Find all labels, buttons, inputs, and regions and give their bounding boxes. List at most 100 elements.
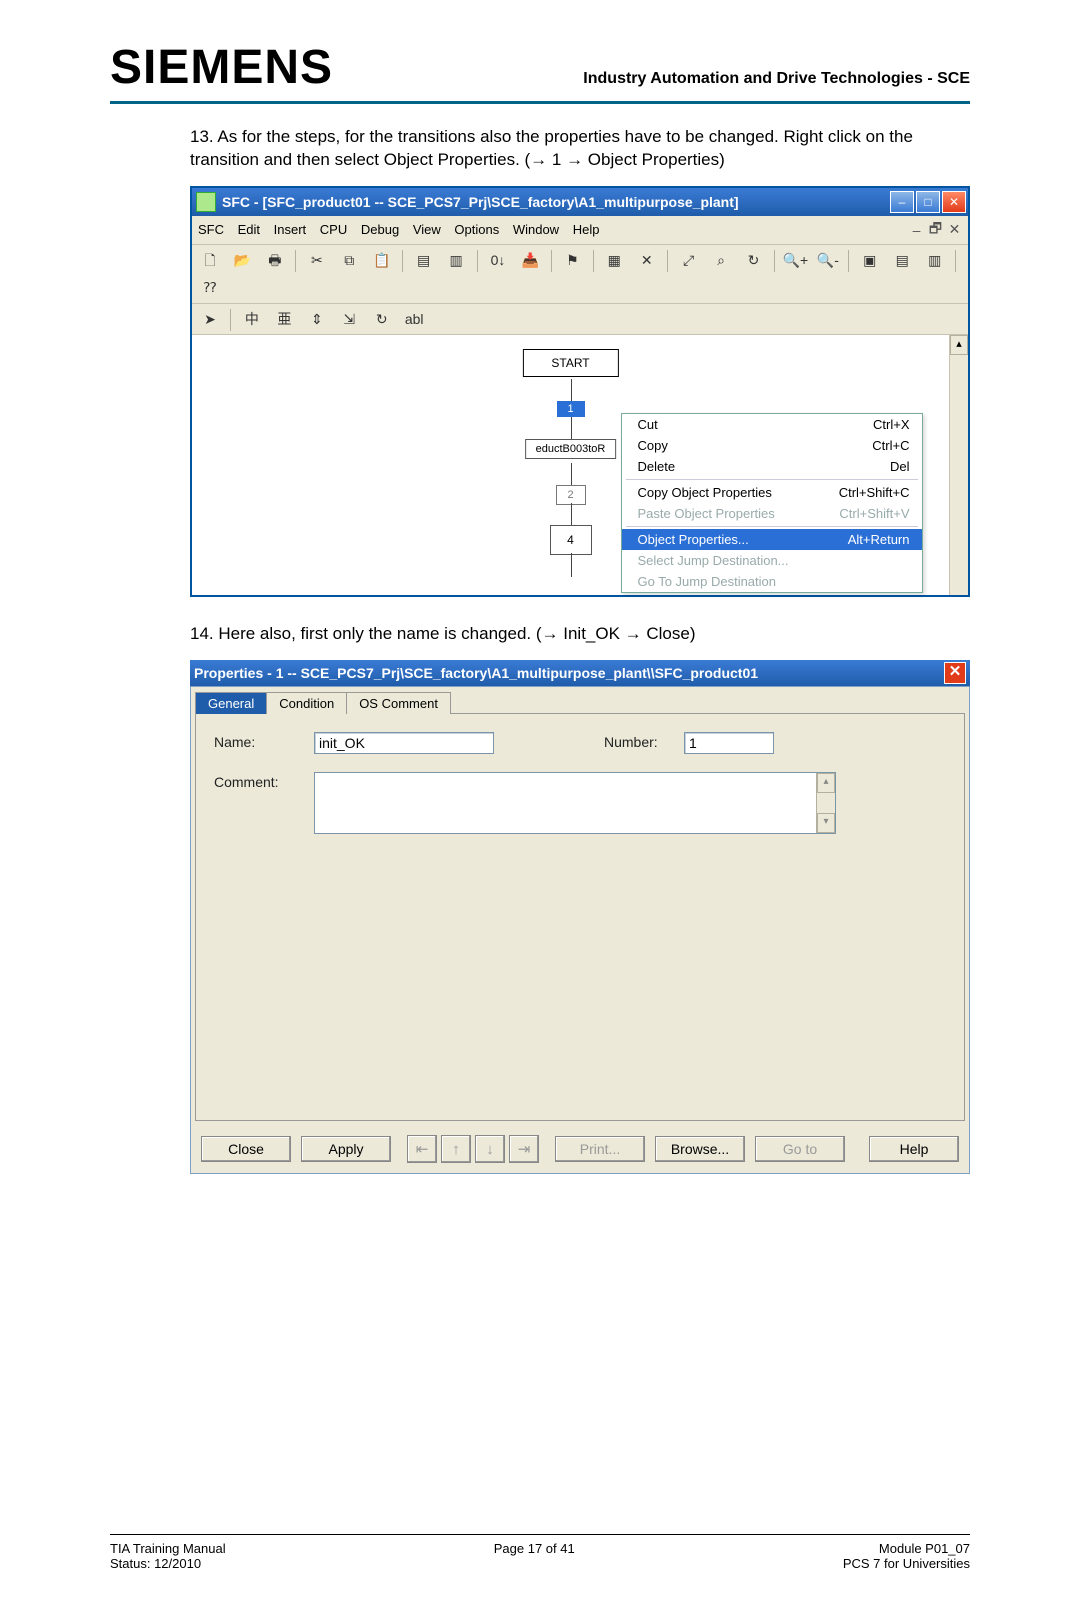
toolbar-1: 🗋 📂 🖶 ✂ ⧉ 📋 ▤ ▥ 0↓ 📥 ⚑ ▦ ✕ ⤢ ⌕ ↻ 🔍+ 🔍- [192,245,968,304]
tile-h-icon[interactable]: ▤ [410,247,438,273]
compile-icon[interactable]: 0↓ [484,247,512,273]
maximize-button[interactable]: □ [916,191,940,213]
help-pointer-icon[interactable]: ⁇ [196,275,224,301]
comment-label: Comment: [214,772,314,790]
page-footer: TIA Training Manual Status: 12/2010 Page… [0,1534,1080,1571]
minimize-button[interactable]: – [890,191,914,213]
refresh-icon[interactable]: ↻ [740,247,768,273]
menus[interactable]: SFC Edit Insert CPU Debug View Options W… [198,222,609,237]
dialog-close-button[interactable]: ✕ [944,662,966,684]
layout-c-icon[interactable]: ▥ [921,247,949,273]
tool-b-icon[interactable]: ✕ [633,247,661,273]
sfc-alt-icon[interactable]: ⇕ [303,306,331,332]
open-icon[interactable]: 📂 [228,247,256,273]
footer-left1: TIA Training Manual [110,1541,226,1556]
menu-help[interactable]: Help [573,222,600,237]
menu-cpu[interactable]: CPU [320,222,347,237]
sfc-connector [571,503,572,525]
layout-b-icon[interactable]: ▤ [888,247,916,273]
sfc-step-4[interactable]: 4 [550,525,592,555]
vertical-scrollbar[interactable]: ▴ [949,335,968,595]
nav-first-icon[interactable]: ⇤ [407,1135,437,1163]
sfc-step-educt[interactable]: eductB003toR [525,439,617,459]
new-icon[interactable]: 🗋 [196,249,224,275]
goto-button[interactable]: Go to [755,1136,845,1162]
sfc-parallel-icon[interactable]: 亜 [270,306,298,332]
mdi-minimize-button[interactable]: – [909,222,924,238]
number-field[interactable] [684,732,774,754]
tool-a-icon[interactable]: ▦ [600,247,628,273]
toolbar-2: ➤ 中 亜 ⇕ ⇲ ↻ abl [192,304,968,336]
cm-cut[interactable]: CutCtrl+X [622,414,922,435]
tab-general-pane: Name: Number: Comment: ▴ ▾ [195,713,965,1121]
comment-scroll-up-icon[interactable]: ▴ [817,773,835,793]
cm-delete[interactable]: DeleteDel [622,456,922,477]
cm-object-properties[interactable]: Object Properties...Alt+Return [622,529,922,550]
zoom-in-icon[interactable]: 🔍+ [781,247,809,273]
nav-last-icon[interactable]: ⇥ [509,1135,539,1163]
nav-down-icon[interactable]: ↓ [475,1135,505,1163]
name-field[interactable] [314,732,494,754]
tab-condition[interactable]: Condition [266,692,347,714]
comment-scroll-down-icon[interactable]: ▾ [817,813,835,833]
sfc-connector [571,463,572,485]
zoom-sel-icon[interactable]: ⌕ [707,247,735,273]
tab-general[interactable]: General [195,692,267,714]
footer-left2: Status: 12/2010 [110,1556,226,1571]
sfc-window-icon [196,192,216,212]
menu-edit[interactable]: Edit [238,222,260,237]
button-bar: Close Apply ⇤ ↑ ↓ ⇥ Print... Browse... G… [191,1129,969,1173]
mdi-restore-button[interactable]: 🗗 [928,218,943,242]
help-button[interactable]: Help [869,1136,959,1162]
header-rule [110,101,970,104]
sfc-connector [571,553,572,577]
step-13-text: 13. As for the steps, for the transition… [190,126,970,172]
sfc-jump-icon[interactable]: ⇲ [335,306,363,332]
cm-separator [626,526,918,527]
comment-field[interactable]: ▴ ▾ [314,772,836,834]
properties-title-text: Properties - 1 -- SCE_PCS7_Prj\SCE_facto… [194,665,758,681]
footer-right1: Module P01_07 [843,1541,970,1556]
number-label: Number: [604,732,684,750]
zoom-fit-icon[interactable]: ⤢ [675,247,703,273]
sfc-start-step[interactable]: START [522,349,618,377]
zoom-out-icon[interactable]: 🔍- [814,247,842,273]
scroll-up-icon[interactable]: ▴ [950,335,968,355]
sfc-connector [571,379,572,401]
cut-icon[interactable]: ✂ [303,247,331,273]
cm-copy-obj-props[interactable]: Copy Object PropertiesCtrl+Shift+C [622,482,922,503]
copy-icon[interactable]: ⧉ [335,247,363,273]
paste-icon[interactable]: 📋 [368,247,396,273]
pointer-icon[interactable]: ➤ [196,306,224,332]
menu-sfc[interactable]: SFC [198,222,224,237]
close-button[interactable]: Close [201,1136,291,1162]
download-icon[interactable]: 📥 [516,247,544,273]
sfc-text-icon[interactable]: abl [400,306,428,332]
step-14-text: 14. Here also, first only the name is ch… [190,623,970,646]
menu-options[interactable]: Options [454,222,499,237]
cm-copy[interactable]: CopyCtrl+C [622,435,922,456]
apply-button[interactable]: Apply [301,1136,391,1162]
cm-paste-obj-props: Paste Object PropertiesCtrl+Shift+V [622,503,922,524]
close-button[interactable]: ✕ [942,191,966,213]
nav-up-icon[interactable]: ↑ [441,1135,471,1163]
sfc-step-icon[interactable]: 中 [238,306,266,332]
sfc-transition-1[interactable]: 1 [557,401,585,417]
print-icon[interactable]: 🖶 [261,249,289,275]
menu-view[interactable]: View [413,222,441,237]
flag-icon[interactable]: ⚑ [558,247,586,273]
print-button[interactable]: Print... [555,1136,645,1162]
context-menu[interactable]: CutCtrl+X CopyCtrl+C DeleteDel Copy Obje… [621,413,923,593]
menu-debug[interactable]: Debug [361,222,399,237]
sfc-loop-icon[interactable]: ↻ [368,306,396,332]
sfc-transition-2[interactable]: 2 [556,485,586,505]
mdi-close-button[interactable]: ✕ [947,221,962,238]
layout-a-icon[interactable]: ▣ [856,247,884,273]
menu-window[interactable]: Window [513,222,559,237]
tile-v-icon[interactable]: ▥ [442,247,470,273]
tab-strip: General Condition OS Comment [191,687,969,713]
sfc-connector [571,417,572,439]
browse-button[interactable]: Browse... [655,1136,745,1162]
tab-os-comment[interactable]: OS Comment [346,692,451,714]
menu-insert[interactable]: Insert [274,222,307,237]
